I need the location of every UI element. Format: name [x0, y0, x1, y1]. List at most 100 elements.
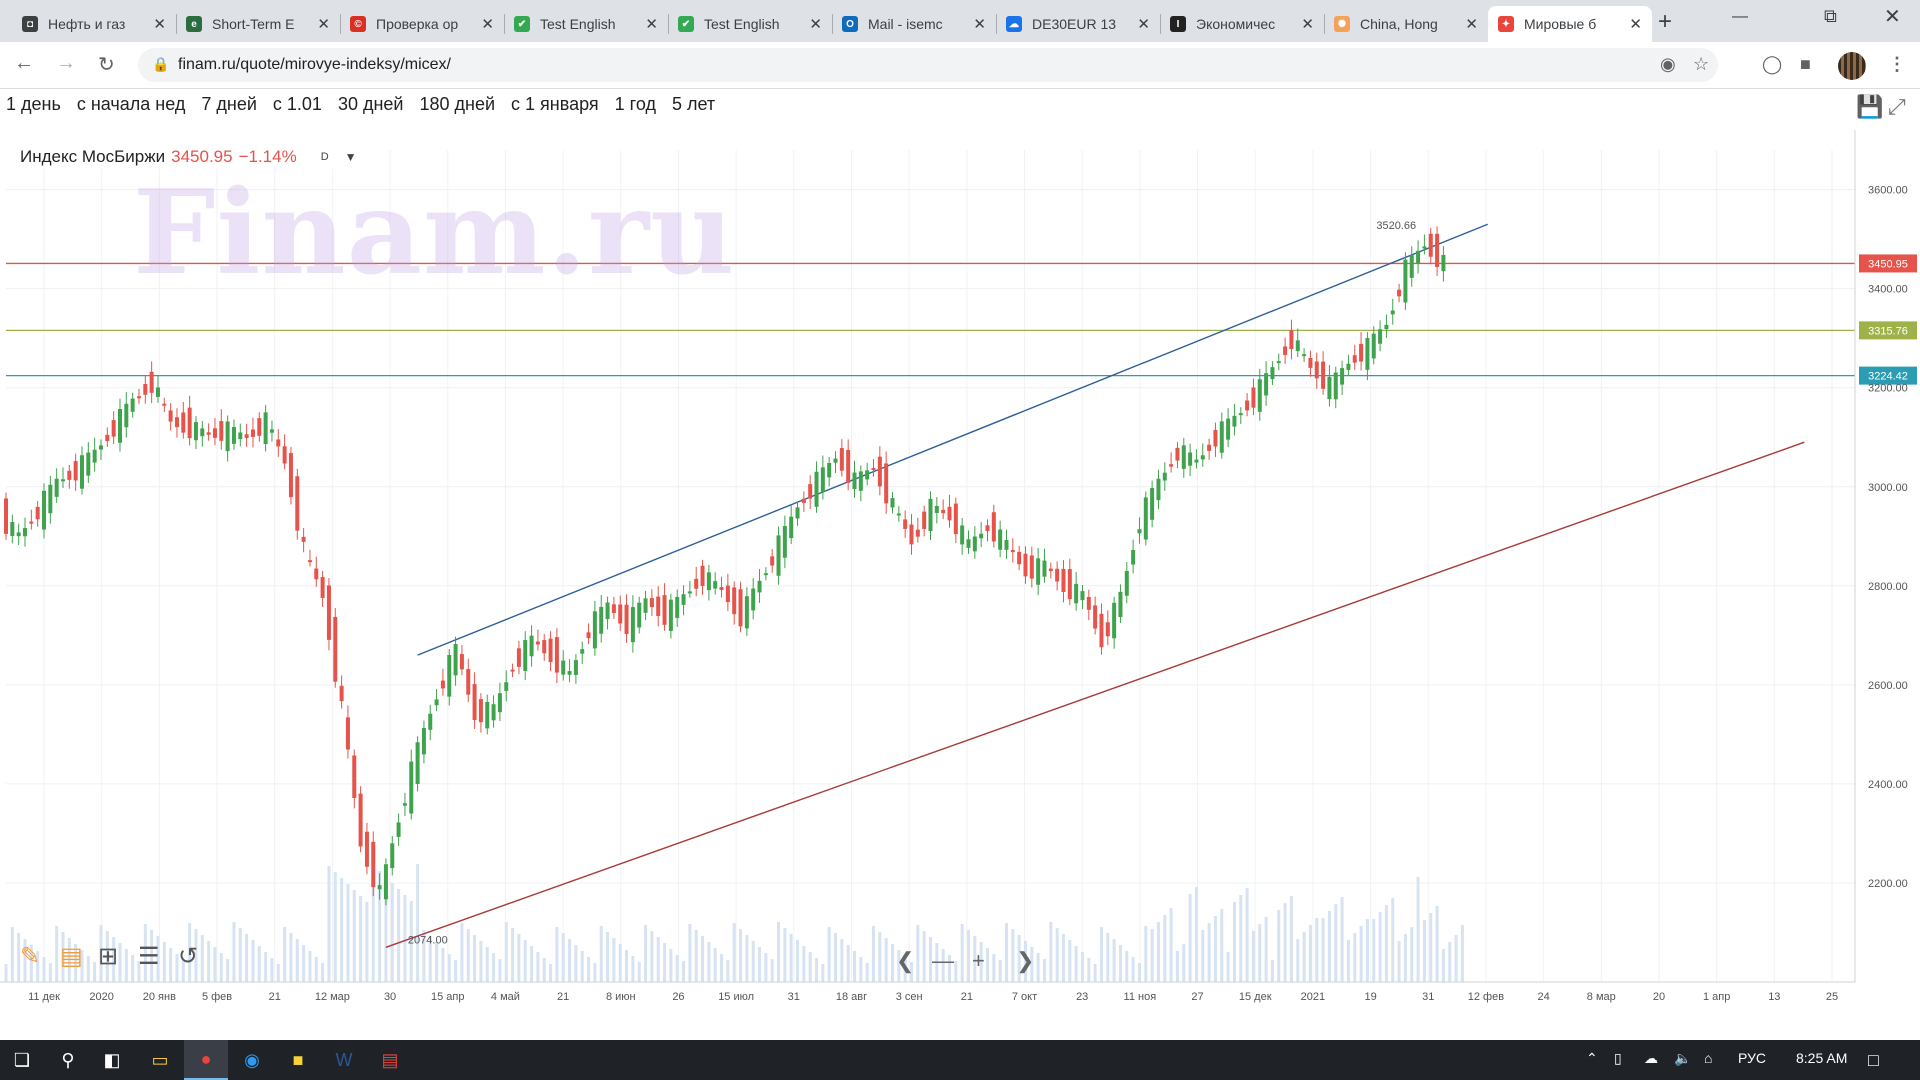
candle-body: [915, 529, 920, 537]
volume-bar: [1201, 930, 1205, 982]
close-tab-icon[interactable]: ✕: [809, 15, 822, 33]
scroll-left-icon[interactable]: ❮: [896, 948, 914, 974]
period-option[interactable]: 7 дней: [201, 94, 257, 122]
volume-bar: [1055, 928, 1059, 982]
zoom-in-icon[interactable]: +: [972, 948, 985, 974]
browser-tab[interactable]: I Экономичес ✕: [1160, 6, 1324, 42]
close-tab-icon[interactable]: ✕: [1465, 15, 1478, 33]
new-tab-button[interactable]: +: [1658, 8, 1672, 36]
candle-body: [447, 655, 452, 697]
browser-tab[interactable]: © Проверка ор ✕: [340, 6, 504, 42]
app-icon[interactable]: ▤: [368, 1040, 412, 1080]
period-option[interactable]: 1 день: [6, 94, 61, 122]
close-tab-icon[interactable]: ✕: [481, 15, 494, 33]
caret-down-icon[interactable]: ▼: [345, 150, 357, 164]
scroll-right-icon[interactable]: ❯: [1016, 948, 1034, 974]
close-tab-icon[interactable]: ✕: [1301, 15, 1314, 33]
volume-bar: [1093, 964, 1097, 982]
add-indicator-icon[interactable]: ⊞: [98, 942, 118, 971]
candle-body: [428, 713, 433, 730]
x-tick-label: 25: [1826, 991, 1838, 1003]
battery-icon[interactable]: ▯: [1614, 1050, 1622, 1067]
reload-icon[interactable]: ↻: [98, 52, 115, 77]
tray-chevron-icon[interactable]: ⌃: [1586, 1050, 1598, 1067]
period-option[interactable]: 180 дней: [419, 94, 495, 122]
period-option[interactable]: с 1 января: [511, 94, 599, 122]
minimize-icon[interactable]: —: [1732, 8, 1748, 26]
browser-tab[interactable]: ◘ Нефть и газ ✕: [12, 6, 176, 42]
profile-avatar[interactable]: [1838, 52, 1866, 80]
clock-time[interactable]: 8:25 AM: [1796, 1050, 1847, 1066]
legend-interval[interactable]: D: [321, 151, 329, 163]
file-explorer-icon[interactable]: ▭: [138, 1040, 182, 1080]
period-option[interactable]: с начала нед: [77, 94, 186, 122]
forward-icon[interactable]: →: [56, 52, 76, 75]
browser-tab[interactable]: e Short-Term E ✕: [176, 6, 340, 42]
candle-body: [1384, 324, 1389, 330]
edge-icon[interactable]: ◉: [230, 1040, 274, 1080]
period-option[interactable]: 30 дней: [338, 94, 404, 122]
word-icon[interactable]: W: [322, 1040, 366, 1080]
candle-body: [1270, 367, 1275, 380]
browser-tab[interactable]: ✔ Test English ✕: [504, 6, 668, 42]
extensions-puzzle-icon[interactable]: ■: [1800, 54, 1811, 75]
candle-body: [409, 761, 414, 814]
save-icon[interactable]: 💾: [1856, 94, 1883, 120]
candle-body: [751, 588, 756, 611]
fullscreen-icon[interactable]: ⤢: [1888, 94, 1906, 120]
url-text[interactable]: finam.ru/quote/mirovye-indeksy/micex/: [178, 56, 451, 74]
tab-title: Test English: [704, 16, 780, 32]
close-tab-icon[interactable]: ✕: [1629, 15, 1642, 33]
close-window-icon[interactable]: ✕: [1884, 4, 1901, 29]
notifications-icon[interactable]: □: [1868, 1050, 1879, 1071]
close-tab-icon[interactable]: ✕: [153, 15, 166, 33]
address-bar[interactable]: 🔒 finam.ru/quote/mirovye-indeksy/micex/ …: [138, 48, 1718, 82]
close-tab-icon[interactable]: ✕: [973, 15, 986, 33]
language-indicator[interactable]: РУС: [1738, 1050, 1766, 1066]
menu-kebab-icon[interactable]: ⋮: [1888, 54, 1906, 75]
candle-body: [966, 539, 971, 548]
reset-icon[interactable]: ↺: [178, 942, 198, 971]
browser-tab[interactable]: ✺ China, Hong ✕: [1324, 6, 1488, 42]
lock-icon[interactable]: 🔒: [152, 56, 169, 73]
back-icon[interactable]: ←: [14, 52, 34, 75]
shield-extension-icon[interactable]: ◯: [1762, 54, 1782, 75]
sticky-notes-icon[interactable]: ■: [276, 1040, 320, 1080]
candle-body: [732, 587, 737, 615]
volume-bar: [1359, 926, 1363, 982]
eye-off-icon[interactable]: ◉: [1660, 54, 1676, 75]
wifi-icon[interactable]: ⌂: [1704, 1050, 1712, 1066]
volume-bar: [992, 954, 996, 982]
zoom-out-icon[interactable]: —: [932, 948, 954, 974]
volume-icon[interactable]: 🔈: [1674, 1050, 1691, 1067]
candle-body: [307, 560, 312, 563]
task-view-icon[interactable]: ◧: [90, 1040, 134, 1080]
close-tab-icon[interactable]: ✕: [317, 15, 330, 33]
browser-tab[interactable]: ✦ Мировые б ✕: [1488, 6, 1652, 42]
candle-body: [79, 455, 84, 489]
chrome-icon[interactable]: ●: [184, 1040, 228, 1080]
close-tab-icon[interactable]: ✕: [1137, 15, 1150, 33]
volume-bar: [758, 947, 762, 982]
drawing-brush-icon[interactable]: ✎: [20, 942, 40, 971]
browser-tab[interactable]: O Mail - isemc ✕: [832, 6, 996, 42]
close-tab-icon[interactable]: ✕: [645, 15, 658, 33]
bookmark-star-icon[interactable]: ☆: [1693, 54, 1709, 75]
settings-sliders-icon[interactable]: ☰: [138, 942, 160, 971]
search-icon[interactable]: ⚲: [46, 1040, 90, 1080]
level-label: 3224.42: [1868, 371, 1908, 383]
candle-body: [1150, 488, 1155, 520]
onedrive-icon[interactable]: ☁: [1644, 1050, 1658, 1067]
candle-body: [852, 472, 857, 490]
candle-body: [383, 864, 388, 900]
period-option[interactable]: с 1.01: [273, 94, 322, 122]
candle-body: [92, 449, 97, 463]
maximize-icon[interactable]: ⧉: [1824, 6, 1837, 27]
browser-tab[interactable]: ✔ Test English ✕: [668, 6, 832, 42]
layers-icon[interactable]: ▤: [60, 942, 83, 971]
period-option[interactable]: 1 год: [615, 94, 656, 122]
period-option[interactable]: 5 лет: [672, 94, 715, 122]
candle-body: [244, 434, 249, 439]
windows-start-icon[interactable]: ❏: [0, 1040, 44, 1080]
browser-tab[interactable]: ☁ DE30EUR 13 ✕: [996, 6, 1160, 42]
